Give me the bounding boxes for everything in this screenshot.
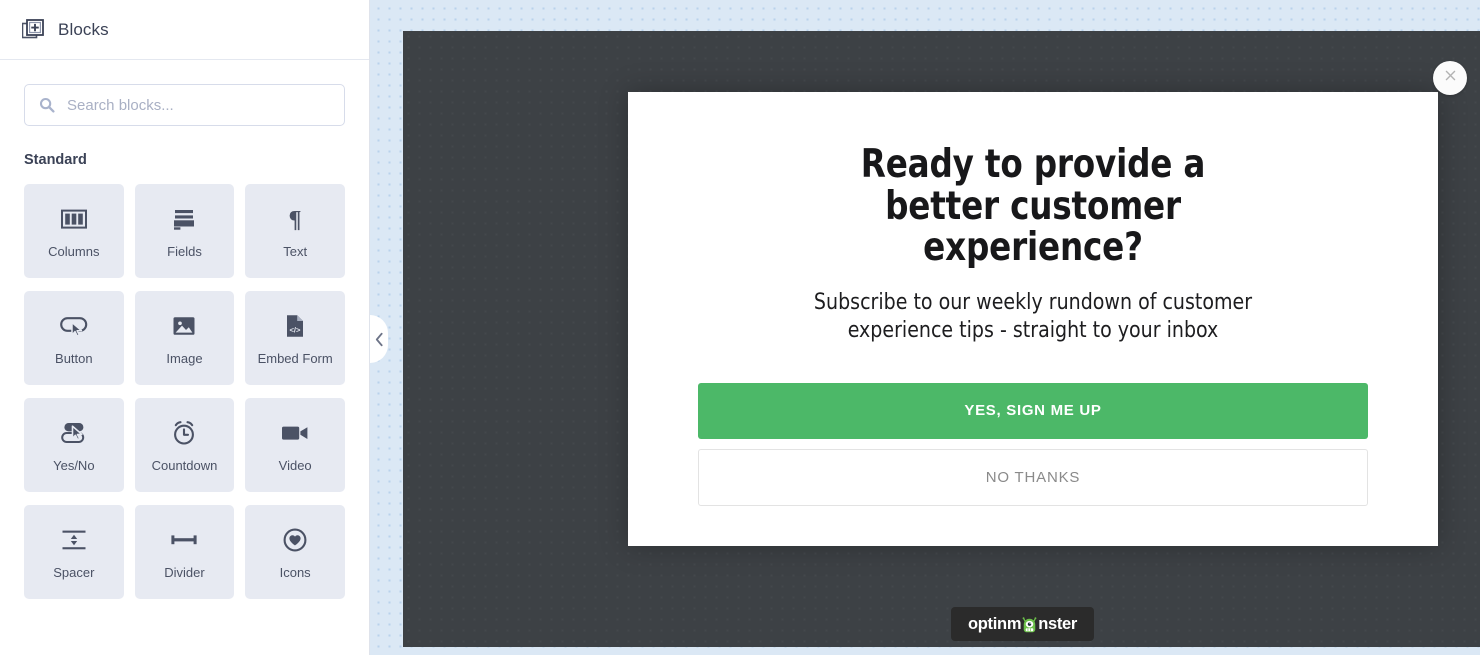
heart-circle-icon [283,525,307,555]
sidebar-title: Blocks [58,19,109,39]
preview-stage: Ready to provide a better customer exper… [403,31,1480,647]
block-card-divider[interactable]: Divider [134,505,235,599]
block-card-embed-form[interactable]: </> Embed Form [245,291,345,385]
badge-text-before: optinm [968,614,1022,633]
app-root: Blocks Standard [0,0,1480,655]
optinmonster-wordmark: optinm nster [968,616,1077,633]
editor-canvas: Ready to provide a better customer exper… [370,0,1480,655]
block-label: Image [166,350,203,366]
video-camera-icon [281,418,309,448]
blocks-grid: Columns Fields ¶ Text Button Image </> E… [0,168,369,599]
form-fields-icon [171,204,197,234]
block-label: Divider [164,564,205,580]
block-label: Yes/No [53,457,95,473]
block-card-fields[interactable]: Fields [134,184,235,278]
block-card-columns[interactable]: Columns [24,184,124,278]
block-card-icons[interactable]: Icons [245,505,345,599]
search-icon [39,97,55,113]
divider-line-icon [170,525,198,555]
optin-popup[interactable]: Ready to provide a better customer exper… [628,61,1467,546]
block-card-image[interactable]: Image [134,291,235,385]
block-label: Icons [279,564,311,580]
paragraph-pilcrow-icon: ¶ [284,204,306,234]
sidebar-header: Blocks [0,0,369,60]
block-card-video[interactable]: Video [245,398,345,492]
block-card-countdown[interactable]: Countdown [134,398,235,492]
svg-text:¶: ¶ [289,207,302,231]
block-card-text[interactable]: ¶ Text [245,184,345,278]
search-blocks-box[interactable] [24,84,345,126]
yes-sign-me-up-button[interactable]: YES, SIGN ME UP [698,382,1368,439]
chevron-left-icon [375,332,384,347]
block-card-yes-no[interactable]: Yes/No [24,398,124,492]
alarm-clock-icon [171,418,197,448]
columns-icon [60,204,87,234]
optinmonster-monster-logo [1021,616,1038,634]
block-label: Countdown [151,457,218,473]
block-label: Video [278,457,312,473]
popup-headline: Ready to provide a better customer exper… [860,142,1206,271]
blocks-add-icon [21,18,44,41]
optinmonster-badge[interactable]: optinm nster [951,607,1095,641]
embed-code-file-icon: </> [285,311,305,341]
search-container [0,60,369,126]
no-thanks-button[interactable]: NO THANKS [698,448,1368,506]
button-cursor-icon [59,311,88,341]
popup-actions: YES, SIGN ME UP NO THANKS [698,382,1368,506]
close-x-icon [1444,69,1457,87]
badge-text-after: nster [1038,614,1078,633]
section-title-standard: Standard [24,152,87,168]
block-label: Embed Form [257,350,333,366]
block-label: Columns [48,243,100,259]
popup-subheadline: Subscribe to our weekly rundown of custo… [813,289,1253,344]
block-label: Fields [167,243,202,259]
block-card-spacer[interactable]: Spacer [24,505,124,599]
block-label: Button [55,350,93,366]
block-card-button[interactable]: Button [24,291,124,385]
image-picture-icon [172,311,196,341]
yes-no-toggle-icon [60,418,88,448]
spacer-arrows-icon [61,525,87,555]
search-input[interactable] [25,85,344,125]
blocks-sidebar: Blocks Standard [0,0,370,655]
block-label: Text [283,243,308,259]
block-label: Spacer [53,564,95,580]
svg-text:</>: </> [290,325,302,334]
popup-close-button[interactable] [1433,61,1467,95]
